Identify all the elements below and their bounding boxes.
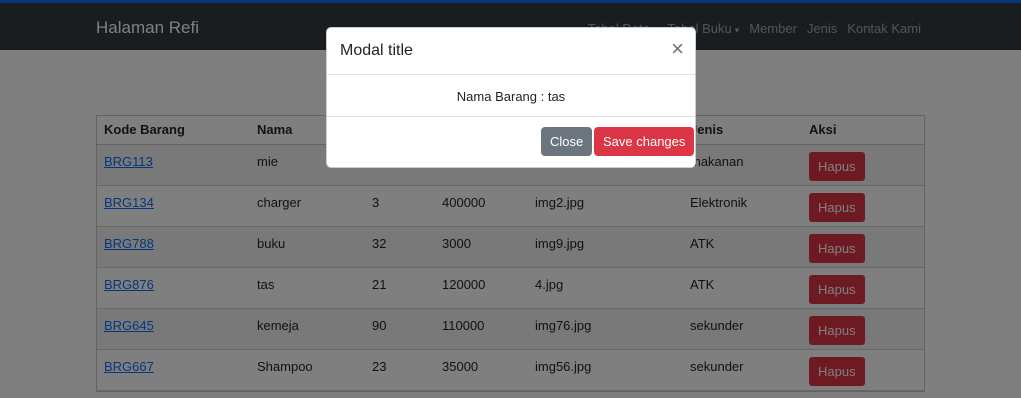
modal-footer: Close Save changes	[327, 117, 695, 167]
save-changes-button[interactable]: Save changes	[594, 127, 695, 156]
close-icon[interactable]: ×	[671, 38, 684, 60]
modal-title: Modal title	[340, 42, 413, 59]
close-button[interactable]: Close	[541, 127, 593, 156]
modal-dialog: Modal title × Nama Barang : tas Close Sa…	[326, 27, 696, 168]
modal-header: Modal title ×	[327, 28, 695, 75]
modal-body: Nama Barang : tas	[327, 75, 695, 117]
